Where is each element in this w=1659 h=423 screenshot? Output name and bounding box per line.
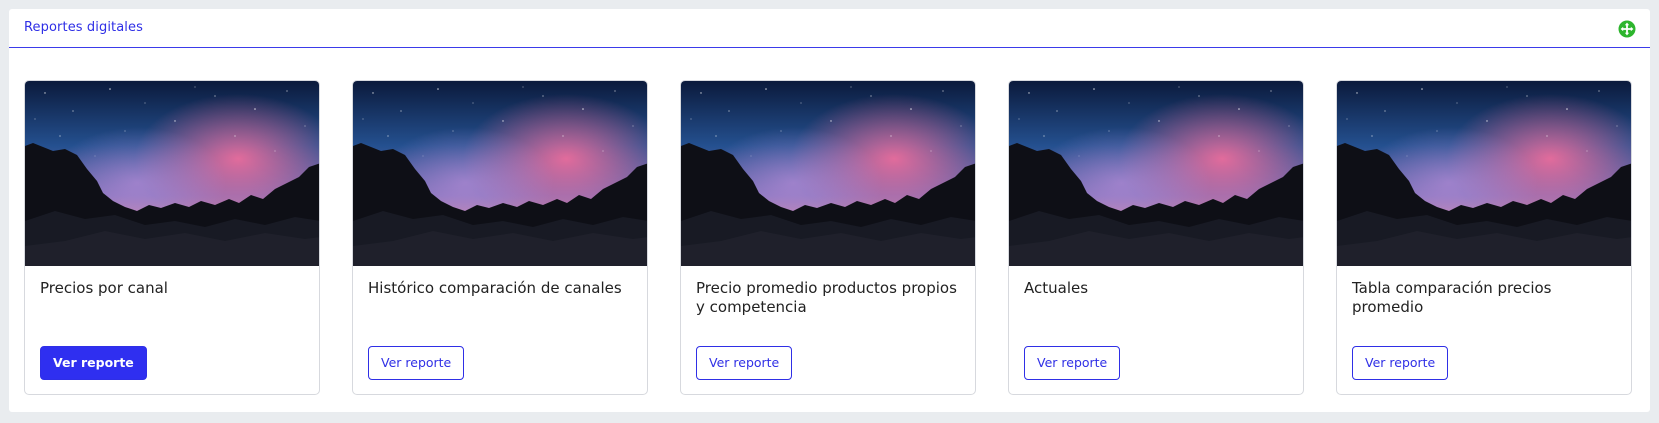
view-report-button[interactable]: Ver reporte <box>1352 346 1449 380</box>
card-title: Precios por canal <box>40 279 168 297</box>
night-sky-rocks-image <box>1337 81 1631 266</box>
card-title: Tabla comparación precios promedio <box>1352 279 1552 316</box>
view-report-button[interactable]: Ver reporte <box>1024 346 1121 380</box>
view-report-button[interactable]: Ver reporte <box>368 346 465 380</box>
report-card: Precios por canal Ver reporte <box>24 80 320 395</box>
card-title: Precio promedio productos propios y comp… <box>696 279 957 316</box>
night-sky-rocks-image <box>25 81 319 266</box>
reports-panel: Reportes digitales Precios por canal Ver… <box>9 9 1650 412</box>
move-arrows-icon[interactable] <box>1618 20 1636 38</box>
report-cards: Precios por canal Ver reporte Histórico … <box>24 80 1644 396</box>
card-title: Histórico comparación de canales <box>368 279 622 297</box>
panel-title: Reportes digitales <box>24 20 143 35</box>
view-report-button[interactable]: Ver reporte <box>40 346 147 380</box>
night-sky-rocks-image <box>353 81 647 266</box>
view-report-button[interactable]: Ver reporte <box>696 346 793 380</box>
report-card: Precio promedio productos propios y comp… <box>680 80 976 395</box>
night-sky-rocks-image <box>1009 81 1303 266</box>
card-title: Actuales <box>1024 279 1089 297</box>
night-sky-rocks-image <box>681 81 975 266</box>
report-card: Actuales Ver reporte <box>1008 80 1304 395</box>
panel-header: Reportes digitales <box>9 9 1650 48</box>
report-card: Tabla comparación precios promedio Ver r… <box>1336 80 1632 395</box>
report-card: Histórico comparación de canales Ver rep… <box>352 80 648 395</box>
